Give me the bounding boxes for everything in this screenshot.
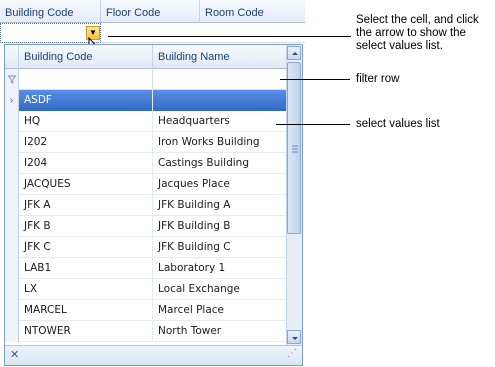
building-code-value[interactable]: LAB1	[19, 258, 153, 279]
scroll-up-button[interactable]	[287, 46, 301, 60]
scroll-down-button[interactable]	[287, 330, 301, 344]
building-code-value[interactable]: JACQUES	[19, 174, 153, 195]
building-code-value[interactable]: MARCEL	[19, 300, 153, 321]
row-indicator	[5, 279, 19, 300]
scroll-thumb[interactable]	[287, 62, 301, 234]
callout-select-values-list: select values list	[356, 118, 440, 130]
building-name-value[interactable]: JFK Building C	[153, 237, 286, 258]
building-code-value[interactable]: JFK B	[19, 216, 153, 237]
popup-column-header-building-name[interactable]: Building Name	[153, 45, 286, 69]
building-name-value[interactable]	[153, 90, 286, 111]
row-indicator	[5, 237, 19, 258]
grip-lines-icon	[292, 145, 298, 153]
callout-filter-row: filter row	[356, 73, 400, 85]
list-item[interactable]: HQ Headquarters	[5, 111, 286, 132]
arrow-up-icon	[292, 52, 298, 55]
list-item[interactable]: › ASDF	[5, 90, 286, 111]
outer-grid-header: Building Code Floor Code Room Code	[0, 0, 305, 23]
building-code-value[interactable]: HQ	[19, 111, 153, 132]
list-item[interactable]: I202 Iron Works Building	[5, 132, 286, 153]
building-code-value[interactable]: I204	[19, 153, 153, 174]
list-item[interactable]: JFK B JFK Building B	[5, 216, 286, 237]
building-name-value[interactable]: Laboratory 1	[153, 258, 286, 279]
building-code-value[interactable]: ASDF	[19, 90, 153, 111]
row-indicator	[5, 216, 19, 237]
row-indicator	[5, 258, 19, 279]
row-indicator	[5, 174, 19, 195]
close-icon[interactable]: ✕	[10, 348, 19, 361]
building-name-value[interactable]: Marcel Place	[153, 300, 286, 321]
building-code-value[interactable]: I202	[19, 132, 153, 153]
row-indicator	[5, 132, 19, 153]
select-values-list: › ASDF HQ Headquarters I202 Iron Works Buildi…	[5, 90, 286, 342]
row-indicator	[5, 111, 19, 132]
list-item[interactable]: JFK C JFK Building C	[5, 237, 286, 258]
list-item[interactable]: JACQUES Jacques Place	[5, 174, 286, 195]
building-name-value[interactable]: Castings Building	[153, 153, 286, 174]
building-code-value[interactable]: NTOWER	[19, 321, 153, 342]
arrow-down-icon	[292, 337, 298, 340]
popup-header: Building Code Building Name	[5, 45, 286, 69]
header-indicator-cell	[5, 45, 19, 69]
list-item[interactable]: I204 Castings Building	[5, 153, 286, 174]
filter-building-code-input[interactable]	[19, 69, 153, 90]
column-header-floor-code[interactable]: Floor Code	[101, 0, 200, 23]
building-name-value[interactable]: Local Exchange	[153, 279, 286, 300]
building-code-value[interactable]: LX	[19, 279, 153, 300]
building-code-value[interactable]: JFK C	[19, 237, 153, 258]
popup-footer: ✕ ⋰	[5, 345, 302, 365]
list-item[interactable]: MARCEL Marcel Place	[5, 300, 286, 321]
column-header-building-code[interactable]: Building Code	[0, 0, 101, 23]
callout-leader-filter-row	[280, 79, 350, 80]
building-name-value[interactable]: North Tower	[153, 321, 286, 342]
resize-grip-icon[interactable]: ⋰	[287, 348, 297, 359]
filter-row	[5, 69, 286, 90]
row-indicator	[5, 300, 19, 321]
list-item[interactable]: JFK A JFK Building A	[5, 195, 286, 216]
list-item[interactable]: NTOWER North Tower	[5, 321, 286, 342]
funnel-icon	[7, 75, 17, 84]
popup-column-header-building-code[interactable]: Building Code	[19, 45, 153, 69]
filter-building-name-input[interactable]	[153, 69, 286, 90]
row-indicator: ›	[5, 90, 19, 111]
building-name-value[interactable]: Iron Works Building	[153, 132, 286, 153]
building-name-value[interactable]: JFK Building A	[153, 195, 286, 216]
callout-leader-select-cell	[108, 36, 351, 37]
column-header-room-code[interactable]: Room Code	[200, 0, 305, 23]
building-name-value[interactable]: Jacques Place	[153, 174, 286, 195]
callout-select-cell: Select the cell, and click the arrow to …	[356, 14, 479, 52]
row-indicator	[5, 321, 19, 342]
building-code-value[interactable]: JFK A	[19, 195, 153, 216]
list-item[interactable]: LX Local Exchange	[5, 279, 286, 300]
filter-indicator-cell	[5, 69, 19, 90]
row-indicator	[5, 153, 19, 174]
callout-leader-select-values-list	[276, 124, 350, 125]
building-name-value[interactable]: Headquarters	[153, 111, 286, 132]
building-name-value[interactable]: JFK Building B	[153, 216, 286, 237]
list-item[interactable]: LAB1 Laboratory 1	[5, 258, 286, 279]
row-indicator	[5, 195, 19, 216]
